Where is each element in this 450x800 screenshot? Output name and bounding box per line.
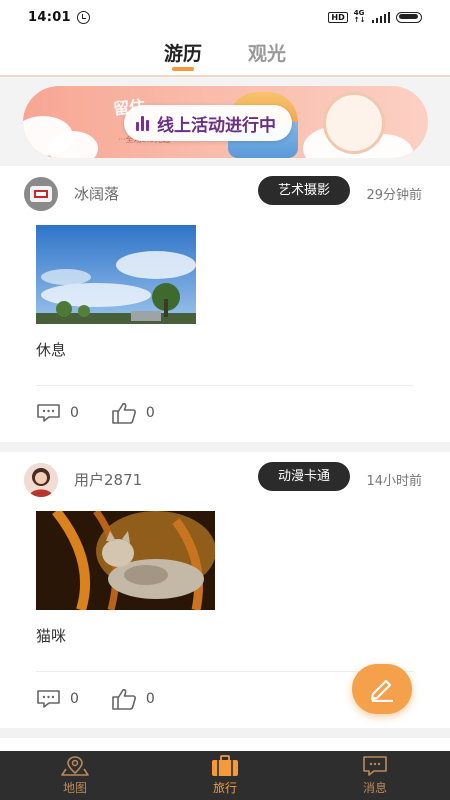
nav-item-messages[interactable]: 消息 [300,751,450,800]
pencil-icon [370,679,393,702]
like-count: 0 [145,691,155,707]
post-card[interactable] [0,738,450,751]
signal-icon [371,11,390,23]
tab-youli[interactable]: 游历 [164,34,202,75]
live-bars-icon [136,115,149,131]
comment-button[interactable]: 0 [36,689,79,709]
post-photo[interactable] [36,225,196,324]
thumbs-up-icon [112,402,136,424]
post-username[interactable]: 冰阔落 [74,183,119,204]
like-count: 0 [145,405,155,421]
top-tabs: 游历 观光 [0,34,450,77]
post-username[interactable]: 用户2871 [74,469,142,490]
nav-label-messages: 消息 [362,781,387,795]
post-actions: 0 0 [36,688,187,710]
post-time: 14小时前 [366,474,422,489]
message-icon [363,756,387,776]
post-time: 29分钟前 [366,188,422,203]
nav-item-map[interactable]: 地图 [0,751,150,800]
like-button[interactable]: 0 [111,688,155,710]
post-card[interactable]: 冰阔落 艺术摄影 29分钟前 休息 0 0 [0,166,450,442]
comment-count: 0 [70,691,79,707]
category-tag[interactable]: 动漫卡通 [258,462,350,491]
status-bar: 14:01 HD 4G ↑↓ [0,0,450,34]
post-caption: 猫咪 [36,627,67,645]
post-caption: 休息 [36,341,67,359]
nav-label-map: 地图 [62,781,87,795]
avatar[interactable] [24,463,58,497]
nav-label-travel: 旅行 [212,781,237,795]
avatar[interactable] [24,177,58,211]
status-time: 14:01 [28,9,71,25]
suitcase-icon [212,755,238,776]
post-actions: 0 0 [36,402,187,424]
post-photo[interactable] [36,511,215,610]
create-post-button[interactable] [352,664,412,714]
map-pin-icon [61,756,89,776]
comment-icon [37,404,60,422]
comment-button[interactable]: 0 [36,403,79,423]
battery-icon [396,11,422,23]
clock-illustration [323,92,385,154]
alarm-icon [76,10,90,24]
tab-guanguang[interactable]: 观光 [248,34,286,75]
post-divider [36,385,414,386]
like-button[interactable]: 0 [111,402,155,424]
hd-badge: HD [328,11,348,23]
category-tag[interactable]: 艺术摄影 [258,176,350,205]
nav-item-travel[interactable]: 旅行 [150,751,300,800]
comment-icon [37,690,60,708]
bottom-nav: 地图 旅行 消息 [0,751,450,800]
live-activity-pill[interactable]: 线上活动进行中 [124,105,292,141]
thumbs-up-icon [112,688,136,710]
comment-count: 0 [70,405,79,421]
live-activity-label: 线上活动进行中 [157,115,276,136]
network-indicator: 4G ↑↓ [353,9,366,24]
